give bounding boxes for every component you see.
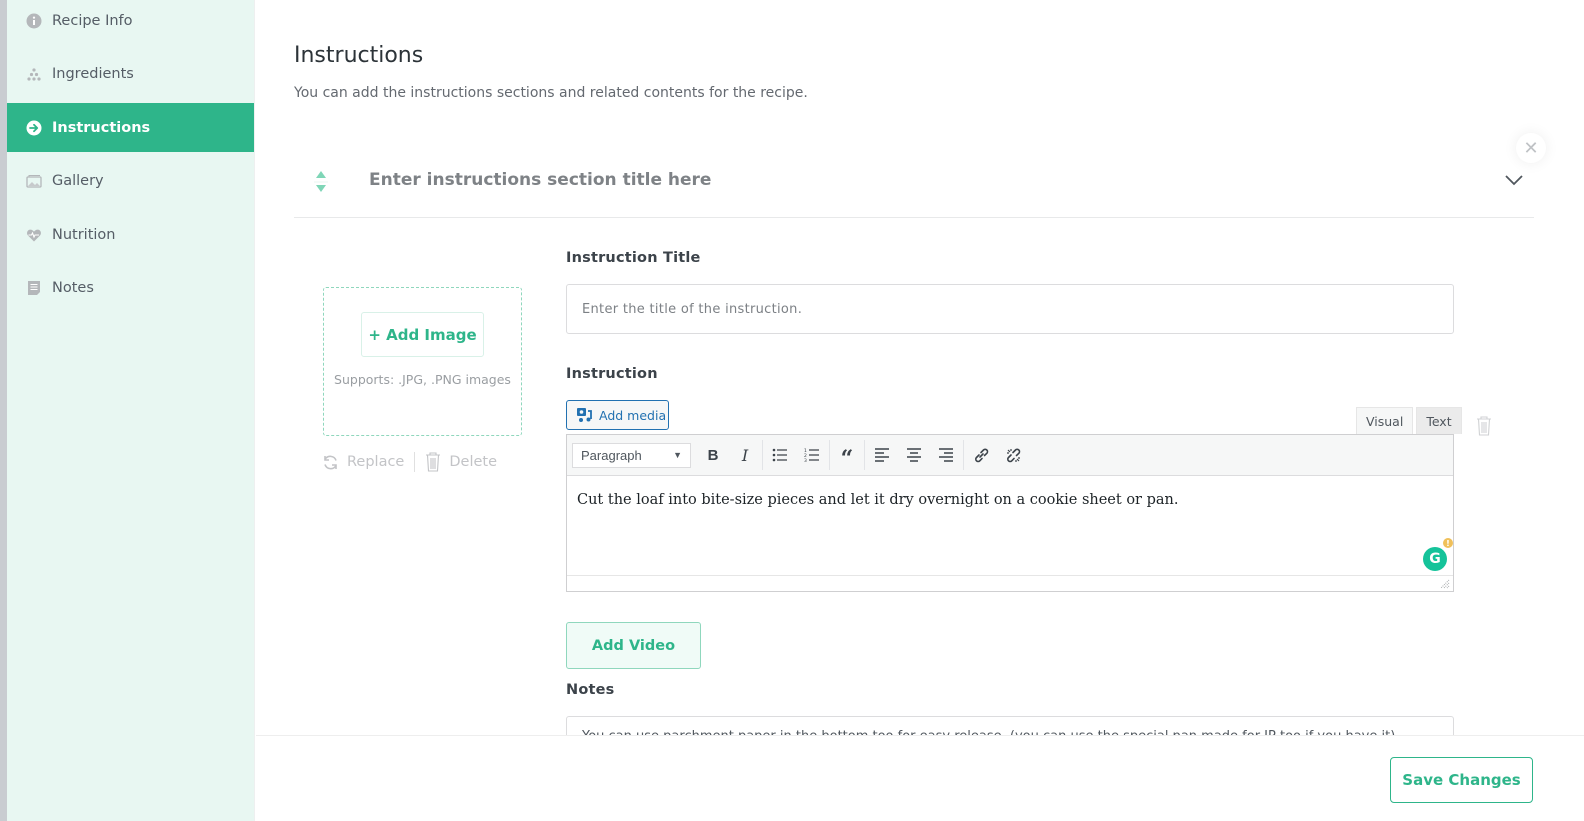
sidebar-item-ingredients[interactable]: Ingredients bbox=[7, 49, 254, 98]
remove-link-button[interactable] bbox=[997, 440, 1029, 470]
footer-bar: Save Changes bbox=[256, 735, 1584, 821]
divider bbox=[864, 440, 865, 470]
add-media-button[interactable]: Add media bbox=[566, 400, 669, 430]
divider bbox=[963, 440, 964, 470]
align-center-button[interactable] bbox=[898, 440, 930, 470]
blockquote-button[interactable]: “ bbox=[831, 440, 863, 470]
arrow-circle-right-icon bbox=[26, 120, 42, 136]
chevron-down-icon[interactable] bbox=[1504, 170, 1524, 190]
add-media-label: Add media bbox=[599, 407, 667, 423]
delete-label: Delete bbox=[449, 454, 498, 470]
remove-section-button[interactable]: ✕ bbox=[1516, 133, 1546, 163]
alert-badge-icon: ! bbox=[1443, 538, 1453, 548]
replace-label: Replace bbox=[347, 454, 405, 470]
page-title: Instructions bbox=[294, 43, 424, 68]
numbered-list-icon: 123 bbox=[804, 448, 819, 462]
info-circle-icon bbox=[26, 13, 42, 29]
instruction-title-label: Instruction Title bbox=[566, 250, 701, 266]
align-left-icon bbox=[875, 448, 889, 462]
refresh-icon bbox=[324, 455, 337, 469]
svg-text:3: 3 bbox=[804, 458, 807, 462]
media-icon bbox=[577, 408, 592, 422]
drag-handle-icon[interactable] bbox=[314, 169, 328, 195]
sidebar-item-nutrition[interactable]: Nutrition bbox=[7, 210, 254, 259]
close-icon: ✕ bbox=[1523, 137, 1539, 159]
window-edge bbox=[0, 0, 7, 821]
image-supports-text: Supports: .JPG, .PNG images bbox=[334, 372, 511, 387]
add-image-button[interactable]: + Add Image bbox=[361, 312, 484, 357]
grammarly-icon[interactable]: G bbox=[1423, 547, 1447, 571]
bold-button[interactable]: B bbox=[697, 440, 729, 470]
main-content: Instructions You can add the instruction… bbox=[256, 0, 1584, 821]
sidebar-item-gallery[interactable]: Gallery bbox=[7, 156, 254, 205]
add-video-button[interactable]: Add Video bbox=[566, 622, 701, 669]
tab-text[interactable]: Text bbox=[1416, 407, 1462, 434]
tab-visual[interactable]: Visual bbox=[1356, 407, 1414, 434]
instruction-textarea[interactable]: Cut the loaf into bite-size pieces and l… bbox=[567, 476, 1453, 575]
trash-icon bbox=[1477, 416, 1491, 436]
align-center-icon bbox=[907, 448, 921, 462]
divider bbox=[414, 452, 416, 472]
editor-mode-tabs: Visual Text bbox=[1356, 407, 1465, 434]
dots-pyramid-icon bbox=[26, 66, 42, 82]
align-right-button[interactable] bbox=[930, 440, 962, 470]
sidebar-item-notes[interactable]: Notes bbox=[7, 263, 254, 312]
bullet-list-icon bbox=[772, 448, 787, 462]
instruction-title-input[interactable] bbox=[566, 284, 1454, 334]
sidebar-item-label: Instructions bbox=[52, 119, 151, 136]
delete-instruction-button[interactable] bbox=[1476, 416, 1492, 440]
instruction-label: Instruction bbox=[566, 366, 658, 382]
sidebar-item-label: Gallery bbox=[52, 172, 104, 189]
bold-icon: B bbox=[707, 446, 719, 464]
sidebar-item-label: Recipe Info bbox=[52, 12, 133, 29]
unlink-icon bbox=[1006, 448, 1020, 462]
image-actions: Replace Delete bbox=[322, 452, 497, 472]
section-title-input[interactable] bbox=[369, 170, 1269, 190]
sidebar-item-recipe-info[interactable]: Recipe Info bbox=[7, 0, 254, 45]
align-right-icon bbox=[939, 448, 953, 462]
heart-pulse-icon bbox=[26, 227, 42, 243]
divider bbox=[762, 440, 763, 470]
resize-handle-icon bbox=[1440, 579, 1450, 589]
numbered-list-button[interactable]: 123 bbox=[796, 440, 828, 470]
format-select[interactable]: Paragraph ▼ bbox=[572, 442, 691, 468]
format-select-value: Paragraph bbox=[581, 447, 642, 463]
editor-toolbar: Paragraph ▼ B I 123 “ bbox=[567, 435, 1453, 476]
sidebar-item-label: Nutrition bbox=[52, 226, 116, 243]
caret-down-icon: ▼ bbox=[673, 450, 682, 460]
trash-icon bbox=[426, 452, 441, 472]
sidebar-item-label: Ingredients bbox=[52, 65, 134, 82]
notes-label: Notes bbox=[566, 682, 615, 698]
instruction-section-header bbox=[294, 160, 1534, 218]
delete-image-button[interactable]: Delete bbox=[425, 452, 497, 472]
sidebar: Recipe Info Ingredients Instructions Gal… bbox=[7, 0, 255, 821]
bullet-list-button[interactable] bbox=[764, 440, 796, 470]
italic-icon: I bbox=[741, 445, 749, 465]
editor-resize-bar[interactable] bbox=[567, 575, 1453, 591]
document-icon bbox=[26, 280, 42, 296]
sidebar-item-instructions[interactable]: Instructions bbox=[7, 103, 254, 152]
blockquote-icon: “ bbox=[840, 446, 854, 472]
align-left-button[interactable] bbox=[866, 440, 898, 470]
italic-button[interactable]: I bbox=[729, 440, 761, 470]
image-dropzone[interactable]: + Add Image Supports: .JPG, .PNG images bbox=[323, 287, 522, 436]
page-subtitle: You can add the instructions sections an… bbox=[294, 85, 808, 101]
divider bbox=[829, 440, 830, 470]
image-icon bbox=[26, 173, 42, 189]
instruction-editor: Paragraph ▼ B I 123 “ Cut the loaf into … bbox=[566, 434, 1454, 592]
save-changes-button[interactable]: Save Changes bbox=[1390, 757, 1533, 803]
sidebar-item-label: Notes bbox=[52, 279, 94, 296]
link-icon bbox=[974, 448, 988, 462]
replace-image-button[interactable]: Replace bbox=[322, 454, 404, 471]
insert-link-button[interactable] bbox=[965, 440, 997, 470]
